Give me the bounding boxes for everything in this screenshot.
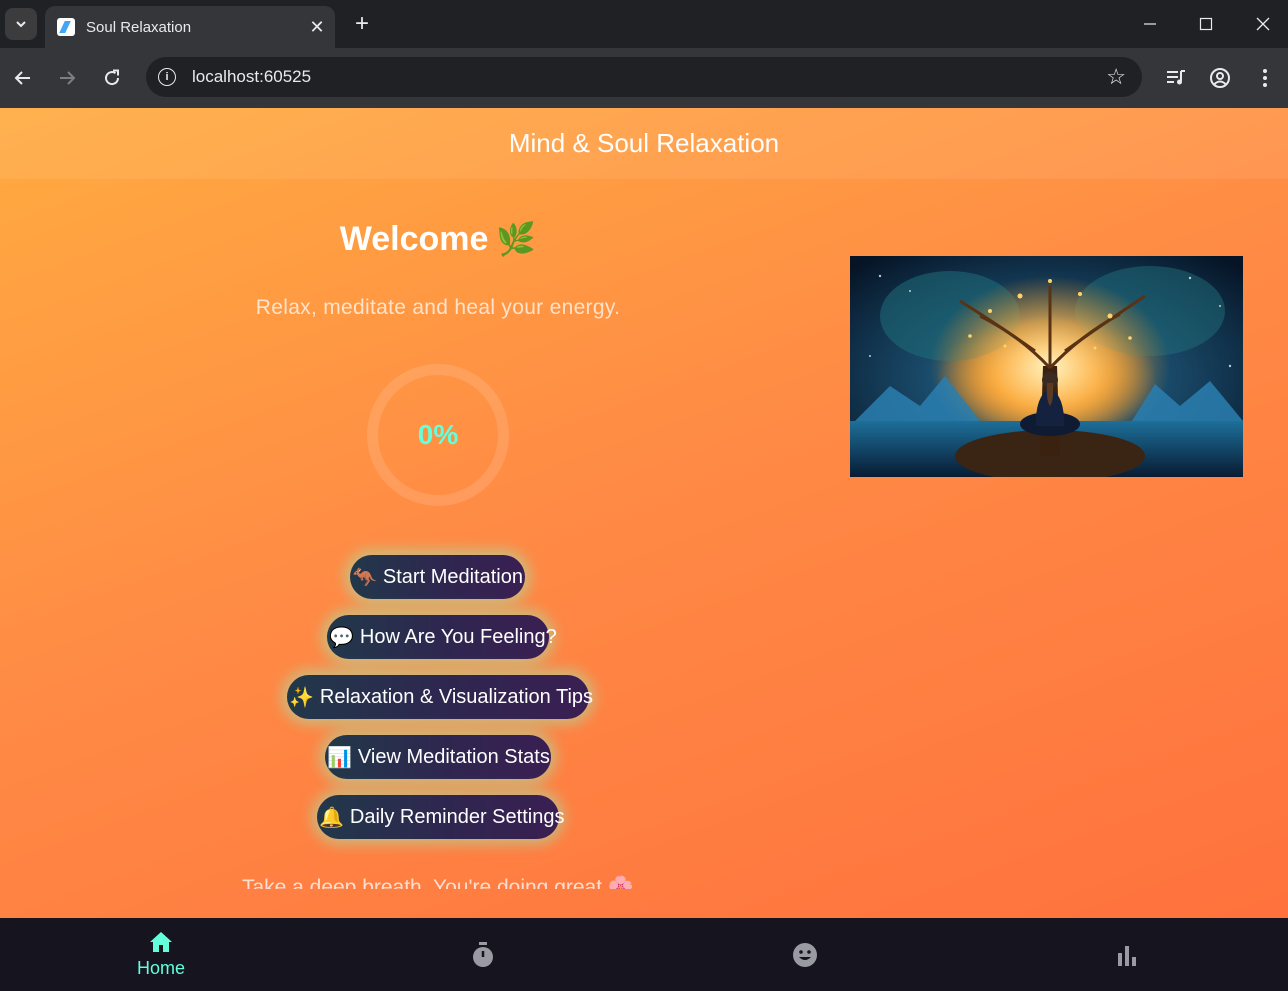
tab-title: Soul Relaxation <box>86 18 192 36</box>
nav-item-mood[interactable] <box>644 918 966 991</box>
app-viewport: Mind & Soul Relaxation Welcome 🌿 Relax, m… <box>0 108 1288 991</box>
timer-icon <box>473 941 493 967</box>
app-bar: Mind & Soul Relaxation <box>0 108 1288 178</box>
encouragement-message: Take a deep breath. You're doing great 🌸 <box>241 876 635 889</box>
maximize-icon <box>1199 17 1213 31</box>
kangaroo-icon: 🦘 <box>352 566 377 589</box>
browser-menu-button[interactable] <box>1249 62 1281 94</box>
nav-item-timer[interactable] <box>322 918 644 991</box>
site-info-icon[interactable]: i <box>158 68 176 86</box>
back-button[interactable] <box>7 62 39 94</box>
relaxation-tips-button[interactable]: ✨ Relaxation & Visualization Tips <box>287 675 593 719</box>
close-window-button[interactable] <box>1243 8 1283 40</box>
button-label: Start Meditation <box>382 565 523 588</box>
media-control-button[interactable] <box>1160 62 1192 94</box>
how-are-you-feeling-button[interactable]: 💬 How Are You Feeling? <box>327 615 557 659</box>
nav-item-home[interactable]: Home <box>0 918 322 991</box>
daily-reminder-button[interactable]: 🔔 Daily Reminder Settings <box>317 795 564 839</box>
tab-close-icon[interactable]: ✕ <box>305 15 329 39</box>
mood-icon <box>793 942 817 967</box>
address-bar[interactable]: i localhost:60525 ☆ <box>146 57 1142 97</box>
more-vert-icon <box>1263 69 1267 87</box>
speech-bubble-icon: 💬 <box>329 626 354 649</box>
app-title: Mind & Soul Relaxation <box>508 127 780 158</box>
start-meditation-button[interactable]: 🦘 Start Meditation <box>350 555 525 599</box>
minimize-icon <box>1144 23 1156 25</box>
sparkles-icon: ✨ <box>289 686 314 709</box>
new-tab-button[interactable]: + <box>348 10 376 38</box>
bell-icon: 🔔 <box>319 806 344 829</box>
browser-toolbar: i localhost:60525 ☆ <box>0 48 1288 108</box>
close-icon <box>1256 17 1270 31</box>
nav-label-home: Home <box>136 958 185 978</box>
progress-ring: 0% <box>367 364 509 506</box>
button-label: Relaxation & Visualization Tips <box>319 685 594 708</box>
meditation-tree-image <box>850 256 1243 477</box>
profile-button[interactable] <box>1204 62 1236 94</box>
bookmark-star-icon[interactable]: ☆ <box>1106 64 1126 90</box>
button-label: View Meditation Stats <box>357 745 550 768</box>
arrow-left-icon <box>14 71 30 85</box>
leaf-icon: 🌿 <box>496 221 537 257</box>
url-text: localhost:60525 <box>192 67 312 86</box>
queue-music-icon <box>1167 70 1185 85</box>
bar-chart-emoji-icon: 📊 <box>327 746 352 769</box>
forward-button[interactable] <box>51 62 83 94</box>
maximize-button[interactable] <box>1186 8 1226 40</box>
minimize-button[interactable] <box>1130 8 1170 40</box>
tab-search-button[interactable] <box>5 8 37 40</box>
flutter-favicon-icon <box>57 18 75 36</box>
welcome-text: Welcome <box>339 220 489 258</box>
view-stats-button[interactable]: 📊 View Meditation Stats <box>325 735 551 779</box>
button-label: Daily Reminder Settings <box>349 805 565 828</box>
bottom-navigation-bar: Home <box>0 918 1288 991</box>
chevron-down-icon <box>16 21 26 28</box>
nav-item-stats[interactable] <box>966 918 1288 991</box>
reload-button[interactable] <box>96 62 128 94</box>
home-icon <box>150 932 172 952</box>
welcome-heading: Welcome 🌿 <box>0 220 876 259</box>
account-circle-icon <box>1210 68 1230 88</box>
subtitle: Relax, meditate and heal your energy. <box>255 296 621 319</box>
browser-tab-bar: Soul Relaxation ✕ + <box>0 0 1288 48</box>
progress-value: 0% <box>417 419 459 450</box>
button-label: How Are You Feeling? <box>359 625 557 648</box>
browser-tab[interactable]: Soul Relaxation ✕ <box>45 6 335 48</box>
bar-chart-icon <box>1118 945 1136 966</box>
reload-icon <box>105 69 120 86</box>
arrow-right-icon <box>60 71 76 85</box>
